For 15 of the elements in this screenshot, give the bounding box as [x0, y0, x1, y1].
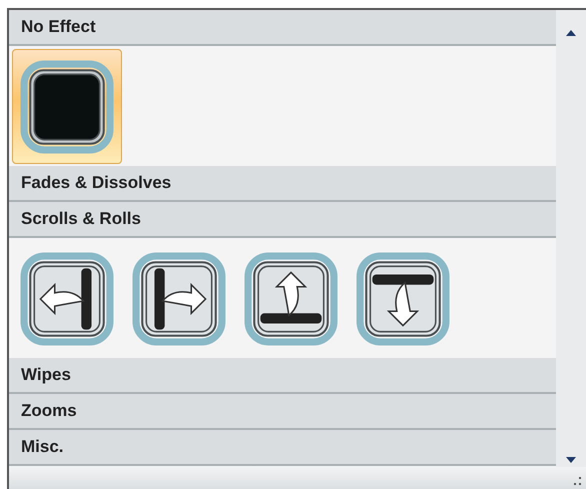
resize-grip-icon[interactable]	[573, 477, 582, 486]
transition-tile[interactable]	[12, 49, 122, 164]
scroll-down-arrow-icon[interactable]	[566, 457, 576, 463]
section-header[interactable]: Misc.	[9, 430, 556, 466]
scroll-down-icon	[356, 252, 450, 346]
section-header[interactable]: No Effect	[9, 10, 556, 46]
blank-screen-icon	[20, 60, 114, 154]
scroll-up-icon	[244, 252, 338, 346]
section-header[interactable]: Fades & Dissolves	[9, 166, 556, 202]
scroll-left-icon	[20, 252, 114, 346]
section-header[interactable]: Wipes	[9, 358, 556, 394]
scroll-right-icon	[132, 252, 226, 346]
section-header[interactable]: Zooms	[9, 394, 556, 430]
section-header[interactable]: Scrolls & Rolls	[9, 202, 556, 238]
scroll-up-arrow-icon[interactable]	[566, 30, 576, 36]
